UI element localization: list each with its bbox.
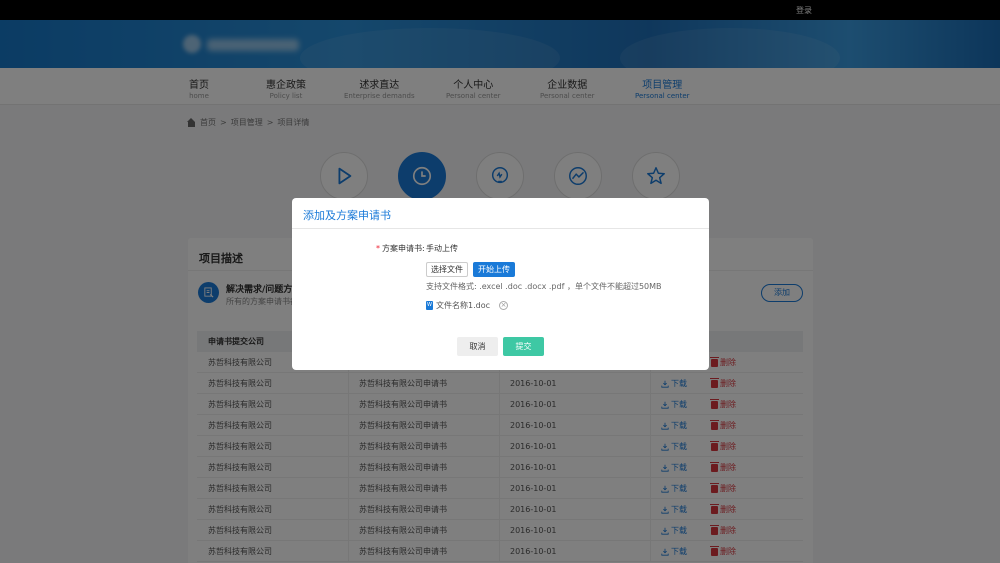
proposal-field-label: * 方案申请书:: [376, 243, 425, 254]
word-file-icon: [426, 301, 433, 310]
uploaded-file: 文件名称1.doc: [426, 300, 490, 311]
upload-mode-value: 手动上传: [426, 244, 458, 253]
required-mark: *: [376, 244, 380, 253]
start-upload-button[interactable]: 开始上传: [473, 262, 515, 277]
file-format-hint: 支持文件格式: .excel .doc .docx .pdf ，单个文件不能超过…: [426, 282, 662, 291]
dialog-divider: [292, 228, 709, 229]
field-label-text: 方案申请书:: [382, 244, 425, 253]
add-proposal-dialog: 添加及方案申请书 * 方案申请书: 手动上传 选择文件 开始上传 支持文件格式: …: [292, 198, 709, 370]
file-name: 文件名称1.doc: [436, 301, 491, 310]
choose-file-button[interactable]: 选择文件: [426, 262, 468, 277]
remove-file-icon[interactable]: ×: [499, 301, 508, 310]
cancel-button[interactable]: 取消: [457, 337, 498, 356]
submit-button[interactable]: 提交: [503, 337, 544, 356]
dialog-title: 添加及方案申请书: [303, 209, 391, 222]
